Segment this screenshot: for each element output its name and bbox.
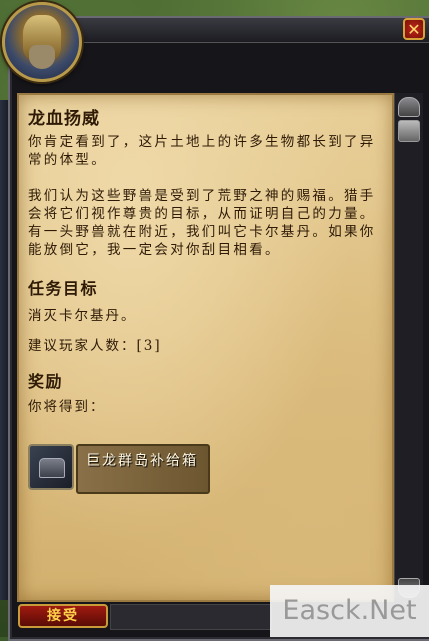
quest-content: 龙血扬威 你肯定看到了，这片土地上的许多生物都长到了异常的体型。 我们认为这些野… [28, 104, 378, 415]
npc-portrait-icon [2, 2, 82, 82]
bottom-bar [110, 604, 272, 630]
quest-title: 龙血扬威 [28, 109, 100, 129]
supply-chest-icon[interactable] [28, 444, 74, 490]
suggested-players: 建议玩家人数：[3] [28, 338, 162, 354]
chest-shape [39, 458, 65, 478]
quest-description-1: 你肯定看到了，这片土地上的许多生物都长到了异常的体型。 [28, 134, 376, 168]
reward-label-box[interactable]: 巨龙群岛补给箱 [76, 444, 210, 494]
objectives-heading: 任务目标 [28, 279, 99, 298]
portrait-beard [29, 45, 55, 69]
watermark: Easck.Net [270, 585, 429, 637]
rewards-intro: 你将得到： [28, 399, 106, 415]
objective-text: 消灭卡尔基丹。 [28, 308, 137, 324]
reward-item[interactable]: 巨龙群岛补给箱 [28, 444, 210, 494]
close-button[interactable]: ✕ [403, 18, 425, 40]
scroll-thumb[interactable] [398, 120, 420, 142]
quest-description-2: 我们认为这些野兽是受到了荒野之神的赐福。猎手会将它们视作尊贵的目标，从而证明自己… [28, 188, 376, 258]
scroll-up-button[interactable] [398, 97, 420, 117]
reward-item-name: 巨龙群岛补给箱 [86, 453, 198, 469]
rewards-heading: 奖励 [28, 372, 64, 391]
scrollbar[interactable] [394, 93, 423, 598]
accept-button[interactable]: 接受 [18, 604, 108, 628]
left-edge-frame [0, 100, 8, 600]
